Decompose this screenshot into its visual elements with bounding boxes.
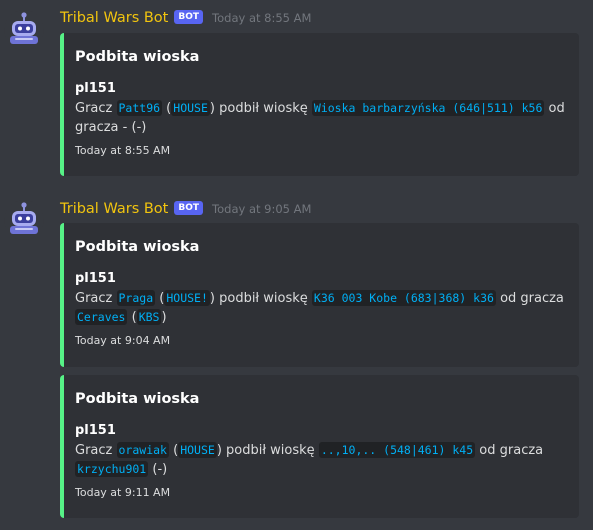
tribe-link[interactable]: HOUSE xyxy=(171,99,210,116)
embed-title: Podbita wioska xyxy=(75,49,200,65)
previous-owner: - xyxy=(122,120,128,135)
embed-footer-timestamp: Today at 8:55 AM xyxy=(75,144,171,157)
embed-card: Podbita wioska pl151 Gracz orawiak (HOUS… xyxy=(60,375,579,518)
embed-footer-timestamp: Today at 9:11 AM xyxy=(75,486,171,499)
bot-avatar[interactable] xyxy=(4,200,44,240)
tribe-link[interactable]: HOUSE! xyxy=(164,289,210,306)
embed-title: Podbita wioska xyxy=(75,239,200,255)
village-link[interactable]: Wioska barbarzyńska (646|511) k56 xyxy=(311,99,545,116)
message-timestamp[interactable]: Today at 9:05 AM xyxy=(212,202,311,216)
bot-avatar[interactable] xyxy=(4,10,44,50)
from-text: od gracza xyxy=(500,290,564,306)
previous-owner-link[interactable]: krzychu901 xyxy=(75,461,149,477)
embed-description: pl151 Gracz Patt96 (HOUSE) podbił wioskę… xyxy=(75,79,571,138)
player-link[interactable]: orawiak xyxy=(116,441,169,458)
word-player: Gracz xyxy=(75,442,113,458)
embed-footer-timestamp: Today at 9:04 AM xyxy=(75,334,171,347)
message-timestamp[interactable]: Today at 8:55 AM xyxy=(212,11,311,25)
bot-tag-badge: BOT xyxy=(174,10,204,24)
embed-description: pl151 Gracz orawiak (HOUSE) podbił wiosk… xyxy=(75,421,571,480)
verb-text: podbił wioskę xyxy=(226,442,315,458)
robot-icon xyxy=(4,10,44,50)
embed-description: pl151 Gracz Praga (HOUSE!) podbił wioskę… xyxy=(75,269,571,328)
verb-text: podbił wioskę xyxy=(219,100,308,116)
village-link[interactable]: K36 003 Kobe (683|368) k36 xyxy=(311,289,496,306)
embed-title: Podbita wioska xyxy=(75,391,200,407)
from-text: od gracza xyxy=(479,442,544,458)
previous-tribe: (-) xyxy=(131,120,147,135)
previous-tribe-link[interactable]: KBS xyxy=(136,309,162,325)
bot-username[interactable]: Tribal Wars Bot xyxy=(60,10,168,26)
previous-owner-link[interactable]: Ceraves xyxy=(75,309,128,325)
village-link[interactable]: ..,10,.. (548|461) k45 xyxy=(318,441,476,458)
message-header: Tribal Wars Bot BOT Today at 8:55 AM xyxy=(60,7,311,29)
embed-card: Podbita wioska pl151 Gracz Patt96 (HOUSE… xyxy=(60,33,579,176)
word-player: Gracz xyxy=(75,290,113,306)
robot-icon xyxy=(4,200,44,240)
verb-text: podbił wioskę xyxy=(219,290,308,306)
bot-username[interactable]: Tribal Wars Bot xyxy=(60,201,168,217)
player-link[interactable]: Patt96 xyxy=(116,99,163,116)
world-label: pl151 xyxy=(75,81,116,96)
word-player: Gracz xyxy=(75,100,113,116)
embed-card: Podbita wioska pl151 Gracz Praga (HOUSE!… xyxy=(60,223,579,367)
tribe-link[interactable]: HOUSE xyxy=(178,441,217,458)
message-header: Tribal Wars Bot BOT Today at 9:05 AM xyxy=(60,198,311,220)
world-label: pl151 xyxy=(75,423,116,438)
player-link[interactable]: Praga xyxy=(116,289,156,306)
bot-tag-badge: BOT xyxy=(174,201,204,215)
world-label: pl151 xyxy=(75,271,116,286)
previous-tribe: (-) xyxy=(152,462,168,477)
